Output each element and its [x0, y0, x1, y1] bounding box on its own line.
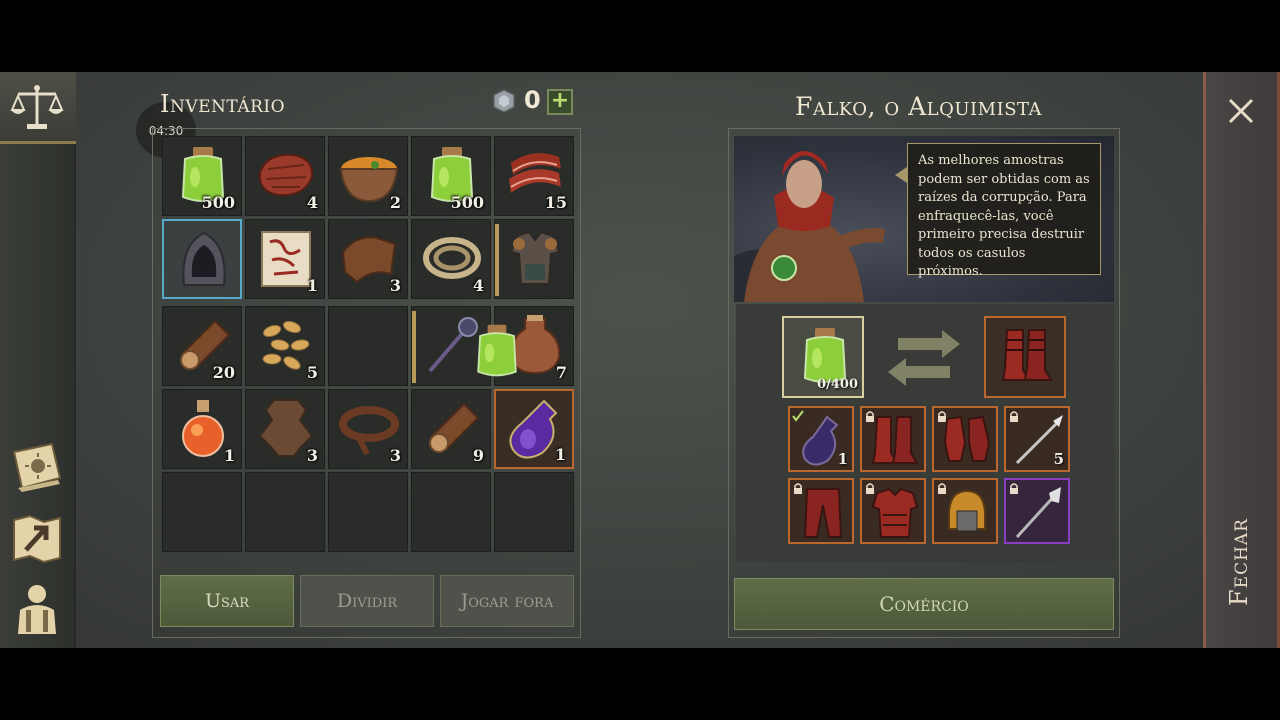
reward-slot[interactable] — [984, 316, 1066, 398]
inventory-slot[interactable]: 1 — [162, 389, 242, 469]
drop-button[interactable]: Jogar fora — [440, 575, 574, 627]
map-icon[interactable] — [8, 510, 66, 566]
dragged-green-potion-icon[interactable] — [467, 320, 527, 382]
trader-speech-bubble: As melhores amostras podem ser obtidas c… — [907, 143, 1101, 279]
item-quantity: 1 — [306, 276, 318, 295]
inventory-slot-empty[interactable] — [162, 472, 242, 552]
item-quantity: 3 — [306, 446, 318, 465]
offer-quantity: 0/400 — [817, 377, 858, 392]
trader-item-slot-locked[interactable] — [932, 406, 998, 472]
inventory-slot[interactable]: 2 — [328, 136, 408, 216]
close-label-text: Fechar — [1225, 518, 1254, 606]
trader-item-slot-locked[interactable] — [860, 406, 926, 472]
durability-bar — [495, 224, 499, 296]
letterbox-top — [0, 0, 1280, 72]
item-quantity: 4 — [472, 276, 484, 295]
item-quantity: 4 — [306, 193, 318, 212]
inventory-slot[interactable] — [494, 219, 574, 299]
durability-bar — [412, 311, 416, 383]
inventory-slot[interactable]: 4 — [245, 136, 325, 216]
coin-count: 0 — [524, 86, 541, 114]
item-quantity: 1 — [837, 450, 848, 468]
speech-tail — [895, 167, 907, 183]
hood-icon — [182, 231, 226, 286]
item-quantity: 20 — [212, 363, 235, 382]
item-quantity: 500 — [450, 193, 484, 212]
scales-icon — [10, 85, 64, 129]
item-quantity: 500 — [201, 193, 235, 212]
item-quantity: 1 — [223, 446, 235, 465]
add-coins-button[interactable]: + — [547, 89, 573, 115]
inventory-slot-selected[interactable] — [162, 219, 242, 299]
item-quantity: 5 — [306, 363, 318, 382]
inventory-slot-empty[interactable] — [328, 306, 408, 386]
inventory-slot[interactable]: 500 — [162, 136, 242, 216]
boots-icon — [871, 416, 919, 464]
item-quantity: 1 — [554, 445, 566, 464]
letterbox-bottom — [0, 648, 1280, 720]
inventory-title: Inventário — [160, 90, 286, 118]
offer-slot[interactable]: 0/400 — [782, 316, 864, 398]
journal-icon[interactable] — [8, 438, 66, 494]
item-quantity: 5 — [1053, 450, 1064, 468]
inventory-slot[interactable]: 3 — [328, 389, 408, 469]
trader-item-slot-locked[interactable] — [932, 478, 998, 544]
sidebar-strip — [0, 144, 76, 648]
item-quantity: 15 — [544, 193, 567, 212]
helmet-icon — [948, 489, 986, 532]
inventory-slot[interactable]: 1 — [245, 219, 325, 299]
exchange-arrows-icon — [888, 330, 960, 386]
trader-item-slot-locked[interactable]: 5 — [1004, 406, 1070, 472]
trader-item-slot-locked[interactable] — [860, 478, 926, 544]
red-boots-icon — [1001, 329, 1053, 381]
inventory-slot[interactable]: 500 — [411, 136, 491, 216]
inventory-slot-empty[interactable] — [328, 472, 408, 552]
game-screen: 04:30 Inventário 0 + 500 4 2 500 15 1 3 … — [0, 72, 1280, 648]
inventory-slot[interactable]: 5 — [245, 306, 325, 386]
item-quantity: 2 — [389, 193, 401, 212]
inventory-slot[interactable]: 3 — [328, 219, 408, 299]
trader-title: Falko, o Alquimista — [795, 92, 1043, 121]
item-quantity: 3 — [389, 276, 401, 295]
item-quantity: 9 — [472, 446, 484, 465]
trade-tab[interactable] — [0, 72, 76, 144]
close-label[interactable]: Fechar — [1204, 502, 1274, 622]
character-icon[interactable] — [8, 580, 66, 636]
armor-icon — [509, 230, 561, 285]
pants-icon — [803, 488, 843, 538]
inventory-slot[interactable]: 20 — [162, 306, 242, 386]
chest-armor-icon — [871, 487, 919, 538]
inventory-slot-empty[interactable] — [411, 472, 491, 552]
trader-item-slot-locked[interactable] — [1004, 478, 1070, 544]
trader-item-slot[interactable]: 1 — [788, 406, 854, 472]
use-button[interactable]: Usar — [160, 575, 294, 627]
item-quantity: 3 — [389, 446, 401, 465]
inventory-slot[interactable]: 4 — [411, 219, 491, 299]
inventory-slot[interactable]: 1 — [494, 389, 574, 469]
trade-button[interactable]: Comércio — [734, 578, 1114, 630]
split-button[interactable]: Dividir — [300, 575, 434, 627]
inventory-slot[interactable]: 3 — [245, 389, 325, 469]
inventory-slot-empty[interactable] — [245, 472, 325, 552]
inventory-slot[interactable]: 9 — [411, 389, 491, 469]
inventory-slot[interactable]: 15 — [494, 136, 574, 216]
trader-item-slot-locked[interactable] — [788, 478, 854, 544]
halberd-icon — [1015, 487, 1061, 539]
item-quantity: 7 — [555, 363, 567, 382]
close-icon[interactable] — [1224, 94, 1258, 128]
gloves-icon — [943, 415, 991, 462]
silver-coin-icon — [493, 89, 515, 113]
inventory-slot-empty[interactable] — [494, 472, 574, 552]
